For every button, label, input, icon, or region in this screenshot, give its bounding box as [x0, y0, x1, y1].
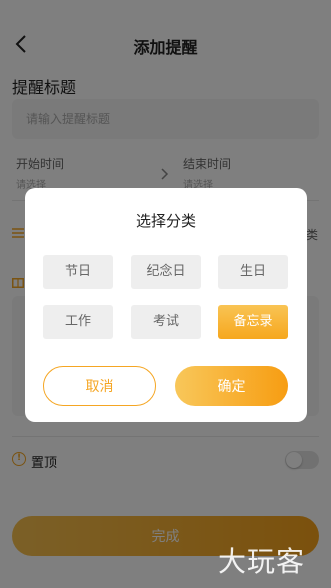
category-chip[interactable]: 考试 — [131, 305, 201, 339]
category-chip[interactable]: 节日 — [43, 255, 113, 289]
category-chip[interactable]: 生日 — [218, 255, 288, 289]
category-chip[interactable]: 备忘录 — [218, 305, 288, 339]
category-chip[interactable]: 纪念日 — [131, 255, 201, 289]
cancel-button[interactable]: 取消 — [43, 366, 156, 406]
category-dialog: 选择分类 节日 纪念日 生日工作 考试 备忘录 取消 确定 — [25, 188, 307, 422]
dialog-title: 选择分类 — [135, 212, 196, 230]
confirm-button[interactable]: 确定 — [175, 366, 288, 406]
watermark: 大玩客 — [218, 545, 306, 578]
category-chip[interactable]: 工作 — [43, 305, 113, 339]
